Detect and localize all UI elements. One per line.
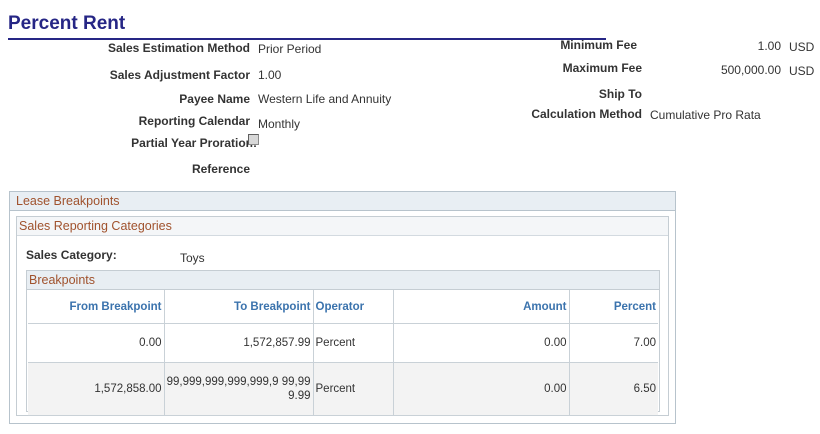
column-header-percent[interactable]: Percent xyxy=(569,290,658,324)
ship-to-label: Ship To xyxy=(598,87,642,101)
to-breakpoint-cell: 1,572,857.99 xyxy=(164,323,314,363)
calculation-method-label: Calculation Method xyxy=(531,107,642,121)
percent-cell: 7.00 xyxy=(569,323,658,363)
amount-cell: 0.00 xyxy=(393,323,570,363)
minimum-fee-label: Minimum Fee xyxy=(560,38,637,52)
partial-year-proration-checkbox[interactable] xyxy=(248,134,259,145)
from-breakpoint-cell: 0.00 xyxy=(28,323,165,363)
sales-estimation-method-label: Sales Estimation Method xyxy=(107,41,250,55)
column-header-operator[interactable]: Operator xyxy=(313,290,394,324)
lease-breakpoints-title: Lease Breakpoints xyxy=(16,194,120,208)
lease-breakpoints-group: Lease Breakpoints Sales Reporting Catego… xyxy=(9,191,676,424)
minimum-fee-currency: USD xyxy=(789,40,815,54)
sales-adjustment-factor-label: Sales Adjustment Factor xyxy=(109,68,250,82)
breakpoints-grid: Breakpoints From Breakpoint To Breakpoin… xyxy=(26,270,660,416)
table-row: 1,572,858.00 99,999,999,999,999,9 99,999… xyxy=(28,362,658,416)
sales-estimation-method-value: Prior Period xyxy=(258,42,322,56)
title-divider xyxy=(8,38,606,40)
reporting-calendar-value: Monthly xyxy=(258,117,301,131)
column-header-to-breakpoint[interactable]: To Breakpoint xyxy=(164,290,314,324)
sales-reporting-categories-header: Sales Reporting Categories xyxy=(17,217,668,236)
maximum-fee-label: Maximum Fee xyxy=(562,61,642,75)
lease-breakpoints-header: Lease Breakpoints xyxy=(10,192,675,211)
calculation-method-value: Cumulative Pro Rata xyxy=(650,108,761,122)
breakpoints-title: Breakpoints xyxy=(29,273,96,287)
breakpoints-table: From Breakpoint To Breakpoint Operator A… xyxy=(28,290,658,416)
column-header-amount[interactable]: Amount xyxy=(393,290,570,324)
column-header-from-breakpoint[interactable]: From Breakpoint xyxy=(28,290,165,324)
breakpoints-header: Breakpoints xyxy=(27,271,659,290)
payee-name-label: Payee Name xyxy=(179,92,250,106)
to-breakpoint-cell: 99,999,999,999,999,9 99,999.99 xyxy=(164,362,314,416)
page-title: Percent Rent xyxy=(8,13,126,34)
operator-cell: Percent xyxy=(313,323,394,363)
operator-cell: Percent xyxy=(313,362,394,416)
sales-category-value: Toys xyxy=(180,251,205,265)
sales-reporting-categories-group: Sales Reporting Categories Sales Categor… xyxy=(16,216,669,416)
percent-cell: 6.50 xyxy=(569,362,658,416)
reporting-calendar-label: Reporting Calendar xyxy=(138,114,250,128)
maximum-fee-currency: USD xyxy=(789,64,815,78)
payee-name-value: Western Life and Annuity xyxy=(258,92,392,106)
minimum-fee-value: 1.00 xyxy=(757,39,781,53)
sales-reporting-categories-title: Sales Reporting Categories xyxy=(19,219,172,233)
partial-year-proration-label: Partial Year Proration: xyxy=(131,136,257,150)
from-breakpoint-cell: 1,572,858.00 xyxy=(28,362,165,416)
sales-adjustment-factor-value: 1.00 xyxy=(258,68,282,82)
reference-label: Reference xyxy=(191,162,250,176)
maximum-fee-value: 500,000.00 xyxy=(720,63,781,77)
table-row: 0.00 1,572,857.99 Percent 0.00 7.00 xyxy=(28,323,658,363)
sales-category-label: Sales Category: xyxy=(26,248,117,262)
amount-cell: 0.00 xyxy=(393,362,570,416)
